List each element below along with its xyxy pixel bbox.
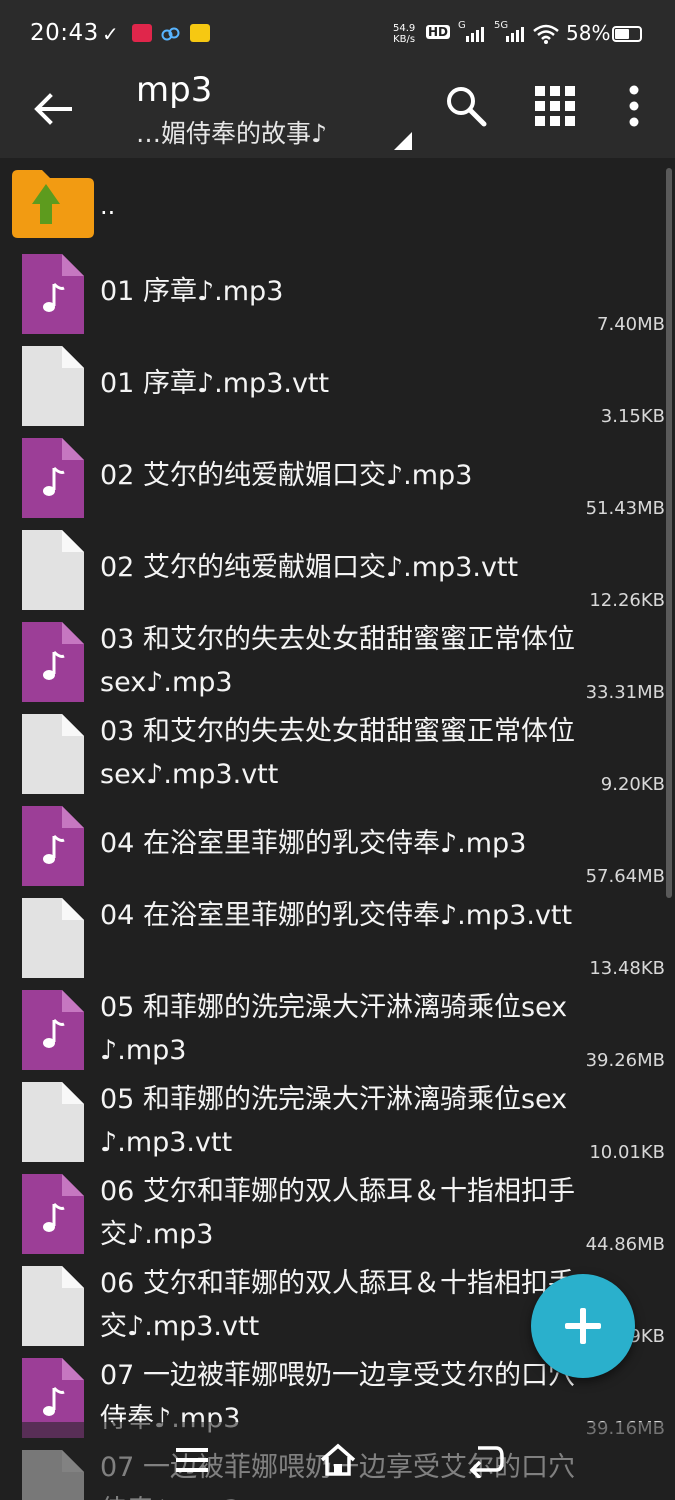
file-size: 12.26KB bbox=[589, 590, 665, 611]
audio-file-icon bbox=[22, 438, 84, 518]
audio-file-row[interactable]: 05 和菲娜的洗完澡大汗淋漓骑乘位sex♪.mp3 39.26MB bbox=[0, 986, 675, 1078]
more-options-icon[interactable] bbox=[620, 84, 648, 128]
file-size: 57.64MB bbox=[585, 866, 665, 887]
app-notification-icon bbox=[132, 24, 152, 42]
audio-file-row[interactable]: 02 艾尔的纯爱献媚口交♪.mp3 51.43MB bbox=[0, 434, 675, 526]
file-icon bbox=[22, 346, 84, 426]
path-dropdown-icon[interactable] bbox=[394, 132, 412, 150]
parent-directory-row[interactable]: .. bbox=[0, 158, 675, 250]
audio-file-icon bbox=[22, 254, 84, 334]
file-name: 04 在浴室里菲娜的乳交侍奉♪.mp3 bbox=[100, 828, 527, 859]
cloud-link-icon bbox=[161, 27, 180, 41]
network-speed-unit: KB/s bbox=[393, 34, 416, 45]
toolbar: mp3 …媚侍奉的故事♪ bbox=[0, 68, 675, 158]
audio-file-row[interactable]: 04 在浴室里菲娜的乳交侍奉♪.mp3 57.64MB bbox=[0, 802, 675, 894]
file-name: 01 序章♪.mp3.vtt bbox=[100, 368, 330, 399]
folder-title: mp3 bbox=[136, 70, 213, 110]
grid-view-icon[interactable] bbox=[535, 86, 575, 126]
back-nav-icon[interactable] bbox=[466, 1442, 506, 1478]
file-name: 01 序章♪.mp3 bbox=[100, 276, 284, 307]
back-arrow-icon[interactable] bbox=[30, 86, 76, 132]
file-name: 05 和菲娜的洗完澡大汗淋漓骑乘位sex♪.mp3 bbox=[100, 992, 568, 1066]
file-icon bbox=[22, 530, 84, 610]
file-name: 06 艾尔和菲娜的双人舔耳＆十指相扣手交♪.mp3 bbox=[100, 1176, 575, 1250]
file-icon bbox=[22, 898, 84, 978]
file-icon bbox=[22, 714, 84, 794]
file-name: 02 艾尔的纯爱献媚口交♪.mp3 bbox=[100, 460, 473, 491]
signal-icon: G bbox=[458, 20, 486, 48]
menu-icon[interactable] bbox=[172, 1442, 212, 1478]
audio-file-icon bbox=[22, 990, 84, 1070]
plus-icon-vertical bbox=[580, 1308, 586, 1344]
audio-file-icon bbox=[22, 1174, 84, 1254]
file-size: 10.01KB bbox=[589, 1142, 665, 1163]
network-speed-value: 54.9 bbox=[393, 23, 416, 34]
search-icon[interactable] bbox=[444, 84, 488, 128]
file-row[interactable]: 01 序章♪.mp3.vtt 3.15KB bbox=[0, 342, 675, 434]
file-size: 7.40MB bbox=[597, 314, 665, 335]
battery-icon bbox=[612, 26, 642, 42]
file-name: 02 艾尔的纯爱献媚口交♪.mp3.vtt bbox=[100, 552, 519, 583]
file-icon bbox=[22, 1266, 84, 1346]
file-size: 33.31MB bbox=[585, 682, 665, 703]
audio-file-row[interactable]: 01 序章♪.mp3 7.40MB bbox=[0, 250, 675, 342]
download-done-icon: ✓ bbox=[102, 22, 119, 46]
audio-file-icon bbox=[22, 806, 84, 886]
home-icon[interactable] bbox=[318, 1442, 358, 1478]
file-size: 51.43MB bbox=[585, 498, 665, 519]
file-row[interactable]: 04 在浴室里菲娜的乳交侍奉♪.mp3.vtt 13.48KB bbox=[0, 894, 675, 986]
file-name: 05 和菲娜的洗完澡大汗淋漓骑乘位sex♪.mp3.vtt bbox=[100, 1084, 568, 1158]
audio-file-icon bbox=[22, 622, 84, 702]
file-row[interactable]: 05 和菲娜的洗完澡大汗淋漓骑乘位sex♪.mp3.vtt 10.01KB bbox=[0, 1078, 675, 1170]
file-size: 39.26MB bbox=[585, 1050, 665, 1071]
file-name: 04 在浴室里菲娜的乳交侍奉♪.mp3.vtt bbox=[100, 900, 573, 931]
status-bar: 20:43 ✓ 54.9 KB/s HD G 5G 58% bbox=[0, 0, 675, 68]
system-nav-bar bbox=[0, 1422, 675, 1500]
app-notification-icon-2 bbox=[190, 24, 210, 42]
file-size: 9.20KB bbox=[600, 774, 665, 795]
status-time: 20:43 bbox=[30, 20, 99, 46]
file-size: 13.48KB bbox=[589, 958, 665, 979]
scrollbar[interactable] bbox=[666, 168, 672, 898]
file-name: 03 和艾尔的失去处女甜甜蜜蜜正常体位sex♪.mp3.vtt bbox=[100, 716, 575, 790]
file-name: 03 和艾尔的失去处女甜甜蜜蜜正常体位sex♪.mp3 bbox=[100, 624, 575, 698]
wifi-icon bbox=[533, 24, 559, 44]
signal-5g-icon: 5G bbox=[494, 20, 526, 48]
file-row[interactable]: 02 艾尔的纯爱献媚口交♪.mp3.vtt 12.26KB bbox=[0, 526, 675, 618]
folder-up-icon bbox=[12, 170, 94, 238]
file-size: 3.15KB bbox=[600, 406, 665, 427]
file-size: 44.86MB bbox=[585, 1234, 665, 1255]
signal-5g-label: 5G bbox=[494, 20, 509, 31]
signal-label: G bbox=[458, 20, 466, 31]
audio-file-row[interactable]: 03 和艾尔的失去处女甜甜蜜蜜正常体位sex♪.mp3 33.31MB bbox=[0, 618, 675, 710]
parent-directory-label: .. bbox=[100, 192, 116, 220]
add-button[interactable] bbox=[531, 1274, 635, 1378]
file-name: 06 艾尔和菲娜的双人舔耳＆十指相扣手交♪.mp3.vtt bbox=[100, 1268, 575, 1342]
audio-file-row[interactable]: 06 艾尔和菲娜的双人舔耳＆十指相扣手交♪.mp3 44.86MB bbox=[0, 1170, 675, 1262]
hd-voice-badge: HD bbox=[426, 25, 451, 39]
file-icon bbox=[22, 1082, 84, 1162]
battery-percent: 58% bbox=[566, 21, 611, 45]
file-row[interactable]: 03 和艾尔的失去处女甜甜蜜蜜正常体位sex♪.mp3.vtt 9.20KB bbox=[0, 710, 675, 802]
network-speed: 54.9 KB/s bbox=[393, 23, 415, 45]
folder-path-subtitle[interactable]: …媚侍奉的故事♪ bbox=[136, 114, 327, 150]
